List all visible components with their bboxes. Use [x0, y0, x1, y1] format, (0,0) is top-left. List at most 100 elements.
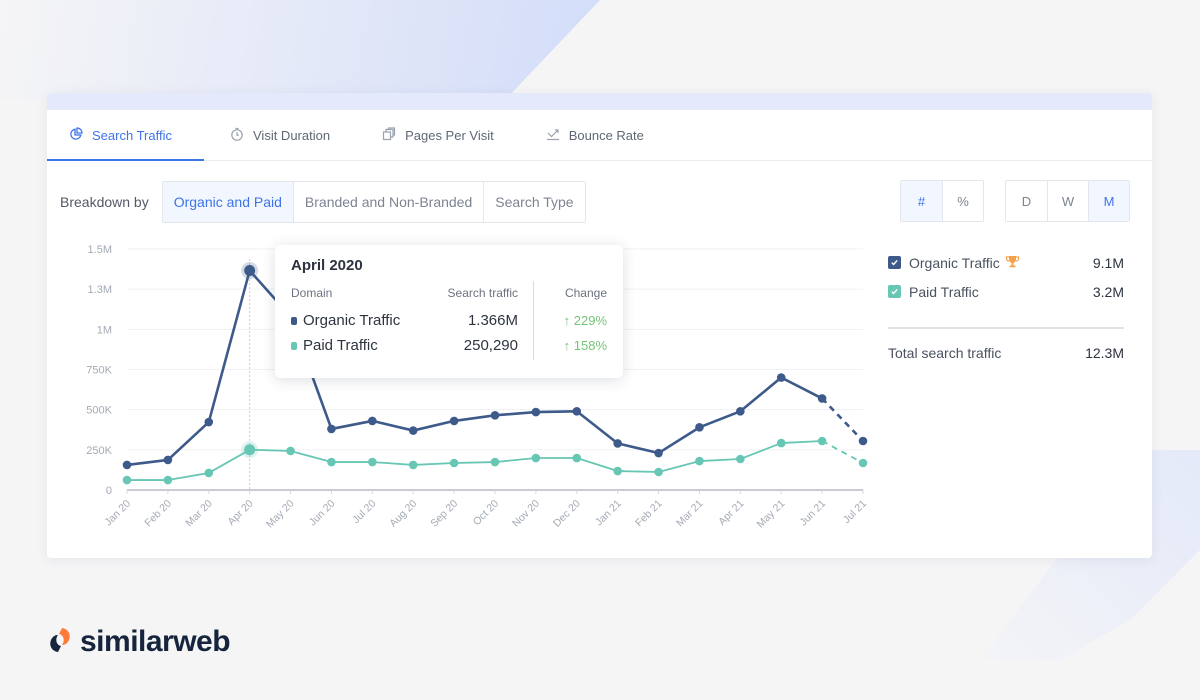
data-point	[490, 410, 500, 420]
checkbox-checked-icon[interactable]	[888, 256, 901, 269]
period-toggle: D W M	[1005, 180, 1130, 222]
series-projected-line	[821, 440, 864, 464]
legend-divider	[888, 327, 1124, 329]
data-point	[449, 458, 459, 468]
brand-name: similarweb	[80, 625, 231, 658]
data-point	[736, 406, 745, 416]
similarweb-logo-icon	[48, 626, 72, 659]
total-value: 12.3M	[1085, 345, 1124, 361]
data-point	[695, 423, 704, 432]
data-point	[654, 467, 663, 477]
data-point	[572, 406, 582, 416]
data-point	[244, 444, 256, 456]
tooltip-title: April 2020	[291, 257, 363, 274]
tooltip-row-label: Paid Traffic	[303, 337, 378, 354]
data-point	[244, 265, 256, 277]
legend-label: Organic Traffic	[909, 254, 1000, 271]
search-traffic-card: Search Traffic Visit Duration Pages Per …	[47, 93, 1152, 558]
legend-value: 3.2M	[1092, 283, 1124, 300]
data-point	[817, 436, 827, 446]
series-projected-line	[821, 397, 864, 442]
x-tick-label: May 20	[264, 498, 297, 531]
data-point	[776, 438, 786, 448]
y-tick-label: 500K	[86, 405, 112, 417]
x-tick-label: Mar 21	[674, 498, 706, 530]
data-point	[531, 407, 541, 417]
weekly-button[interactable]: W	[1047, 181, 1088, 221]
x-tick-label: Mar 20	[183, 498, 215, 530]
unit-toggle: # %	[900, 180, 984, 222]
tooltip-divider	[533, 281, 534, 360]
data-point	[408, 460, 418, 470]
tooltip-row-change: 229%	[573, 313, 607, 328]
tooltip-header-domain: Domain	[291, 286, 333, 300]
y-tick-label: 1.3M	[88, 284, 112, 296]
absolute-number-button[interactable]: #	[901, 181, 942, 221]
x-tick-label: Jun 20	[307, 498, 338, 529]
x-tick-label: Aug 20	[387, 498, 419, 530]
x-tick-label: Jun 21	[797, 498, 828, 529]
tooltip-row-paid: Paid Traffic 250,290 ↑ 158%	[291, 333, 607, 358]
x-tick-label: Feb 20	[142, 498, 174, 530]
tooltip-header-traffic: Search traffic	[447, 286, 518, 300]
tooltip-header-change: Change	[564, 286, 607, 300]
x-tick-label: May 21	[755, 498, 788, 531]
similarweb-logo: similarweb	[48, 625, 231, 659]
data-point	[286, 446, 295, 456]
legend-label: Paid Traffic	[909, 283, 979, 300]
background-decoration	[0, 0, 600, 100]
x-tick-label: Jul 20	[350, 498, 378, 526]
tooltip-row-change: 158%	[573, 338, 607, 353]
tooltip-row-value: 1.366M	[467, 312, 518, 329]
y-tick-label: 0	[106, 485, 112, 497]
data-point	[204, 417, 214, 427]
paid-color-dot	[291, 341, 297, 350]
data-point	[531, 453, 541, 463]
data-point	[858, 436, 868, 446]
x-tick-label: Feb 21	[633, 498, 665, 530]
data-point	[368, 457, 377, 467]
checkbox-checked-icon[interactable]	[888, 285, 901, 298]
organic-color-dot	[291, 316, 297, 325]
data-point	[858, 458, 868, 468]
daily-button[interactable]: D	[1006, 181, 1047, 221]
data-point	[776, 373, 786, 382]
tooltip-header: Domain Search traffic Change	[291, 286, 607, 300]
data-point	[695, 456, 704, 466]
legend-item-paid[interactable]: Paid Traffic 3.2M	[888, 277, 1124, 306]
arrow-up-icon: ↑	[563, 338, 574, 353]
total-label: Total search traffic	[888, 345, 1002, 361]
data-point	[654, 448, 663, 458]
data-point	[122, 475, 132, 485]
x-tick-label: Apr 20	[225, 498, 255, 528]
data-point	[572, 453, 582, 463]
percent-button[interactable]: %	[942, 181, 983, 221]
y-tick-label: 750K	[86, 365, 112, 377]
x-tick-label: Jan 21	[593, 498, 624, 529]
x-tick-label: Oct 20	[471, 498, 501, 528]
data-point	[163, 475, 173, 485]
tooltip-row-organic: Organic Traffic 1.366M ↑ 229%	[291, 308, 607, 333]
y-tick-label: 1.5M	[88, 244, 112, 256]
monthly-button[interactable]: M	[1088, 181, 1129, 221]
data-point	[122, 460, 132, 470]
x-tick-label: Apr 21	[716, 498, 746, 528]
legend-item-organic[interactable]: Organic Traffic 9.1M	[888, 248, 1124, 277]
data-point	[327, 424, 336, 434]
x-tick-label: Jan 20	[102, 498, 133, 529]
x-tick-label: Dec 20	[551, 498, 583, 530]
data-point	[613, 439, 622, 448]
x-tick-label: Sep 20	[428, 498, 460, 530]
chart-tooltip: April 2020 Domain Search traffic Change …	[275, 245, 623, 378]
data-point	[368, 416, 377, 426]
trophy-icon	[1005, 255, 1020, 271]
tooltip-row-value: 250,290	[463, 337, 518, 354]
data-point	[449, 416, 459, 426]
data-point	[817, 394, 827, 403]
data-point	[327, 457, 336, 467]
data-point	[490, 457, 500, 467]
data-point	[204, 468, 214, 478]
data-point	[613, 466, 622, 476]
x-tick-label: Nov 20	[510, 498, 542, 530]
y-tick-label: 250K	[86, 445, 112, 457]
